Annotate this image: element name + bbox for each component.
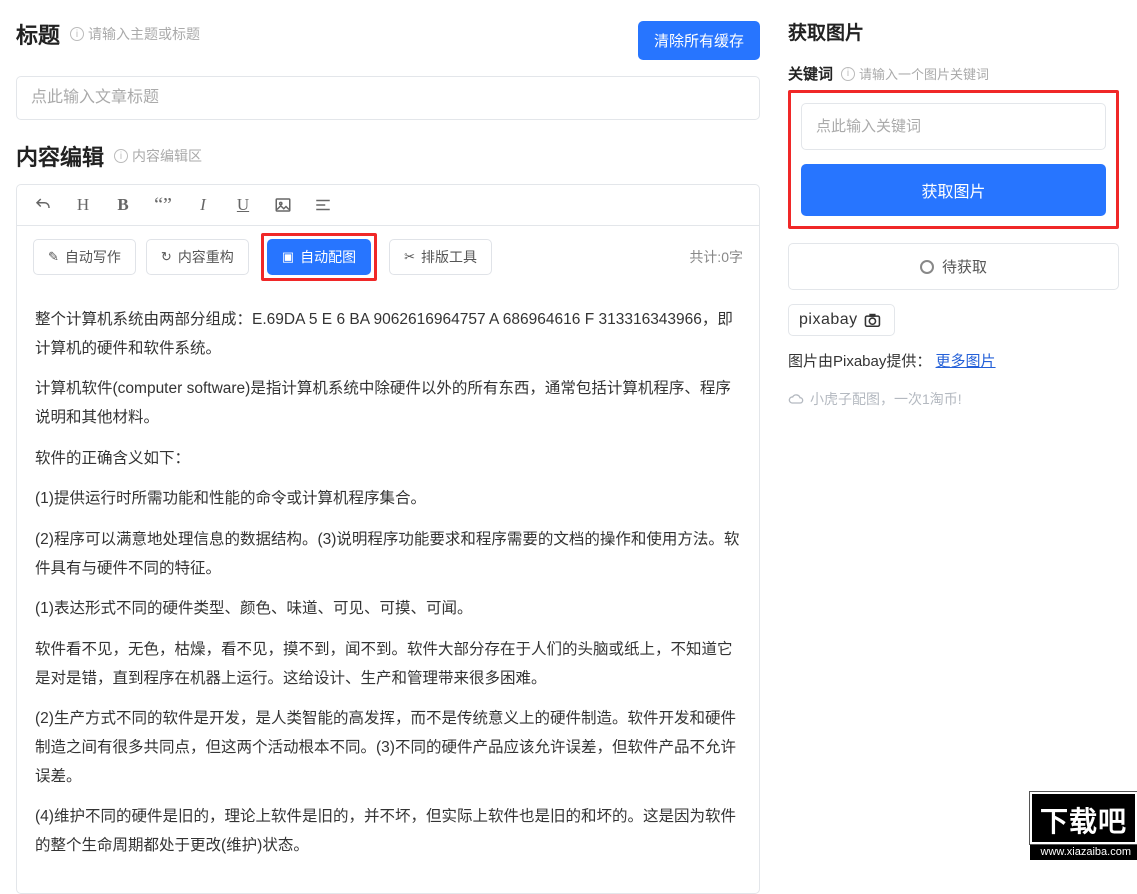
side-title-head: 获取图片 xyxy=(788,18,1119,45)
word-count: 共计:0字 xyxy=(689,247,743,267)
keyword-label: 关键词 xyxy=(788,63,833,84)
keyword-hint-text: 请输入一个图片关键词 xyxy=(859,64,989,83)
auto-write-label: 自动写作 xyxy=(65,247,121,267)
underline-icon[interactable]: U xyxy=(233,195,253,215)
pixabay-badge: pixabay xyxy=(788,304,895,336)
format-toolbar: H B “” I U xyxy=(17,185,759,226)
content-paragraph: (1)提供运行时所需功能和性能的命令或计算机程序集合。 xyxy=(35,485,741,514)
watermark: 下载吧 www.xiazaiba.com xyxy=(1030,792,1137,860)
fetch-image-button[interactable]: 获取图片 xyxy=(801,164,1106,216)
content-paragraph: (2)程序可以满意地处理信息的数据结构。(3)说明程序功能要求和程序需要的文档的… xyxy=(35,526,741,583)
content-hint-text: 内容编辑区 xyxy=(132,146,202,166)
tip-text: 小虎子配图，一次1淘币! xyxy=(810,389,962,409)
auto-image-label: 自动配图 xyxy=(300,247,356,267)
restructure-button[interactable]: ↻ 内容重构 xyxy=(146,239,249,275)
pending-button[interactable]: 待获取 xyxy=(788,243,1119,290)
keyword-hint: i 请输入一个图片关键词 xyxy=(841,64,989,83)
pixabay-text: pixabay xyxy=(799,311,858,329)
bold-icon[interactable]: B xyxy=(113,195,133,215)
tip-row: 小虎子配图，一次1淘币! xyxy=(788,389,1119,409)
watermark-url: www.xiazaiba.com xyxy=(1030,844,1137,860)
content-section-label: 内容编辑 xyxy=(16,140,104,172)
content-section-head: 内容编辑 i 内容编辑区 xyxy=(16,140,760,172)
content-paragraph: 软件看不见，无色，枯燥，看不见，摸不到，闻不到。软件大部分存在于人们的头脑或纸上… xyxy=(35,636,741,693)
tool-icon: ✂ xyxy=(404,249,415,265)
title-hint: i 请输入主题或标题 xyxy=(70,24,200,44)
keyword-highlight-panel: 获取图片 xyxy=(788,90,1119,229)
content-hint: i 内容编辑区 xyxy=(114,146,202,166)
info-icon: i xyxy=(841,67,855,81)
undo-icon[interactable] xyxy=(33,195,53,215)
picture-icon: ▣ xyxy=(282,249,294,265)
content-paragraph: 软件的正确含义如下： xyxy=(35,445,741,474)
clear-cache-button[interactable]: 清除所有缓存 xyxy=(638,21,760,60)
italic-icon[interactable]: I xyxy=(193,195,213,215)
camera-icon xyxy=(864,313,884,327)
editor-container: H B “” I U ✎ 自动写作 ↻ 内容重构 ▣ xyxy=(16,184,760,894)
action-toolbar: ✎ 自动写作 ↻ 内容重构 ▣ 自动配图 ✂ 排版工具 共计:0字 xyxy=(17,226,759,288)
content-paragraph: (2)生产方式不同的软件是开发，是人类智能的高发挥，而不是传统意义上的硬件制造。… xyxy=(35,705,741,791)
circle-icon xyxy=(920,260,934,274)
cloud-icon xyxy=(788,393,804,405)
title-hint-text: 请输入主题或标题 xyxy=(88,24,200,44)
main-column: 标题 i 请输入主题或标题 清除所有缓存 内容编辑 i 内容编辑区 H B “”… xyxy=(0,0,770,860)
restructure-label: 内容重构 xyxy=(178,247,234,267)
pencil-icon: ✎ xyxy=(48,249,59,265)
title-section-label: 标题 xyxy=(16,18,60,50)
info-icon: i xyxy=(70,27,84,41)
highlight-box: ▣ 自动配图 xyxy=(261,233,377,281)
side-column: 获取图片 关键词 i 请输入一个图片关键词 获取图片 待获取 pixabay 图… xyxy=(770,0,1137,860)
content-paragraph: (4)维护不同的硬件是旧的，理论上软件是旧的，并不坏，但实际上软件也是旧的和坏的… xyxy=(35,803,741,860)
quote-icon[interactable]: “” xyxy=(153,195,173,215)
title-section-head: 标题 i 请输入主题或标题 xyxy=(16,18,200,50)
content-paragraph: (1)表达形式不同的硬件类型、颜色、味道、可见、可摸、可闻。 xyxy=(35,595,741,624)
content-paragraph: 整个计算机系统由两部分组成：E.69DA 5 E 6 BA 9062616964… xyxy=(35,306,741,363)
more-images-link[interactable]: 更多图片 xyxy=(936,353,996,370)
layout-tool-label: 排版工具 xyxy=(421,247,477,267)
heading-icon[interactable]: H xyxy=(73,195,93,215)
image-icon[interactable] xyxy=(273,195,293,215)
side-title: 获取图片 xyxy=(788,18,864,45)
refresh-icon: ↻ xyxy=(161,249,172,265)
auto-image-button[interactable]: ▣ 自动配图 xyxy=(267,239,371,275)
keyword-subhead: 关键词 i 请输入一个图片关键词 xyxy=(788,63,1119,84)
content-paragraph: 计算机软件(computer software)是指计算机系统中除硬件以外的所有… xyxy=(35,375,741,432)
content-editable-area[interactable]: 整个计算机系统由两部分组成：E.69DA 5 E 6 BA 9062616964… xyxy=(17,288,759,893)
info-icon: i xyxy=(114,149,128,163)
credit-row: 图片由Pixabay提供： 更多图片 xyxy=(788,350,1119,371)
article-title-input[interactable] xyxy=(16,76,760,120)
keyword-input[interactable] xyxy=(801,103,1106,150)
layout-tool-button[interactable]: ✂ 排版工具 xyxy=(389,239,492,275)
pending-label: 待获取 xyxy=(942,256,987,277)
auto-write-button[interactable]: ✎ 自动写作 xyxy=(33,239,136,275)
title-header-row: 标题 i 请输入主题或标题 清除所有缓存 xyxy=(16,18,760,62)
watermark-text: 下载吧 xyxy=(1030,792,1137,844)
align-left-icon[interactable] xyxy=(313,195,333,215)
credit-prefix: 图片由Pixabay提供： xyxy=(788,353,931,370)
